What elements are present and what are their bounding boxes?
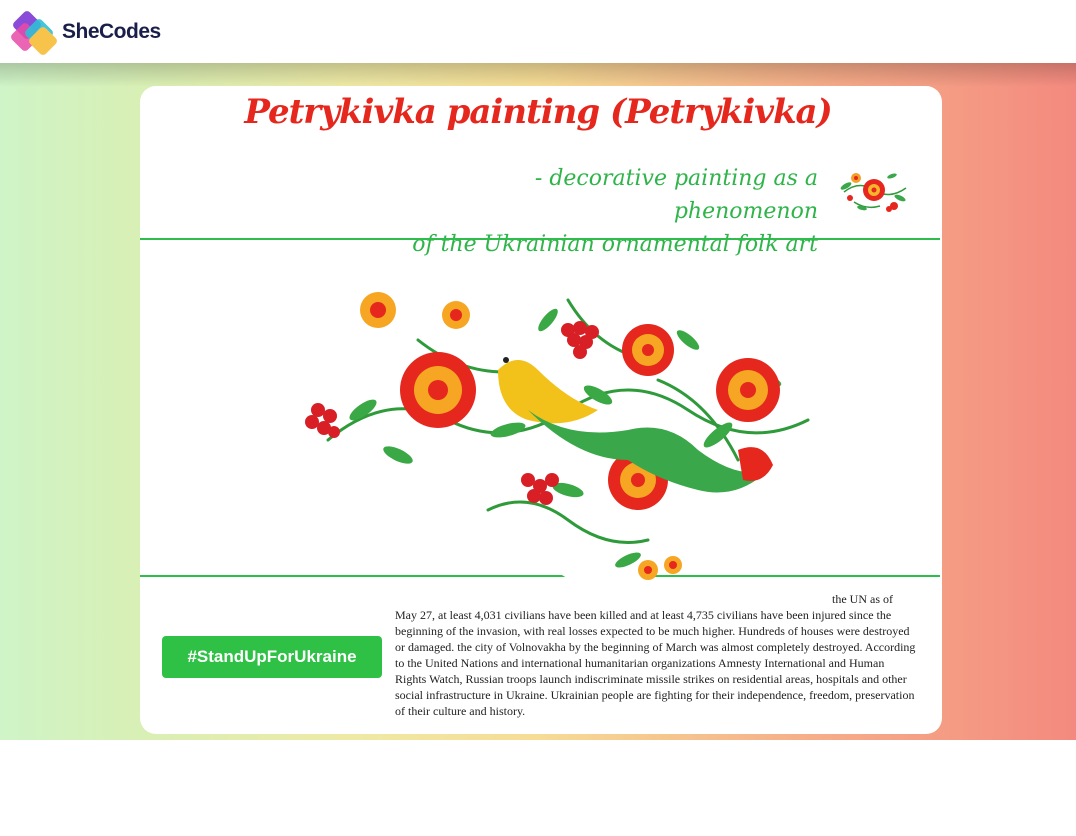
page-title: Petrykivka painting (Petrykivka): [244, 92, 832, 132]
article-text: the UN as of May 27, at least 4,031 civi…: [395, 591, 917, 719]
page-subtitle: - decorative painting as a phenomenon of…: [398, 162, 818, 261]
subtitle-line-2: of the Ukrainian ornamental folk art: [412, 232, 818, 257]
petrykivka-ukraine-map-painting: [288, 270, 822, 600]
stand-up-for-ukraine-button[interactable]: #StandUpForUkraine: [162, 636, 382, 678]
folk-flower-icon: [840, 173, 907, 212]
article-body: May 27, at least 4,031 civilians have be…: [395, 608, 916, 718]
shecodes-logo-icon: [9, 9, 59, 57]
divider-top: [140, 238, 940, 240]
page-bottom: [0, 740, 1076, 836]
article-lead-in: the UN as of: [832, 592, 893, 606]
shecodes-logo-link[interactable]: SheCodes: [9, 9, 161, 57]
top-navbar: SheCodes: [0, 0, 1076, 63]
subtitle-line-1: - decorative painting as a phenomenon: [534, 166, 818, 224]
brand-name: SheCodes: [62, 20, 161, 43]
